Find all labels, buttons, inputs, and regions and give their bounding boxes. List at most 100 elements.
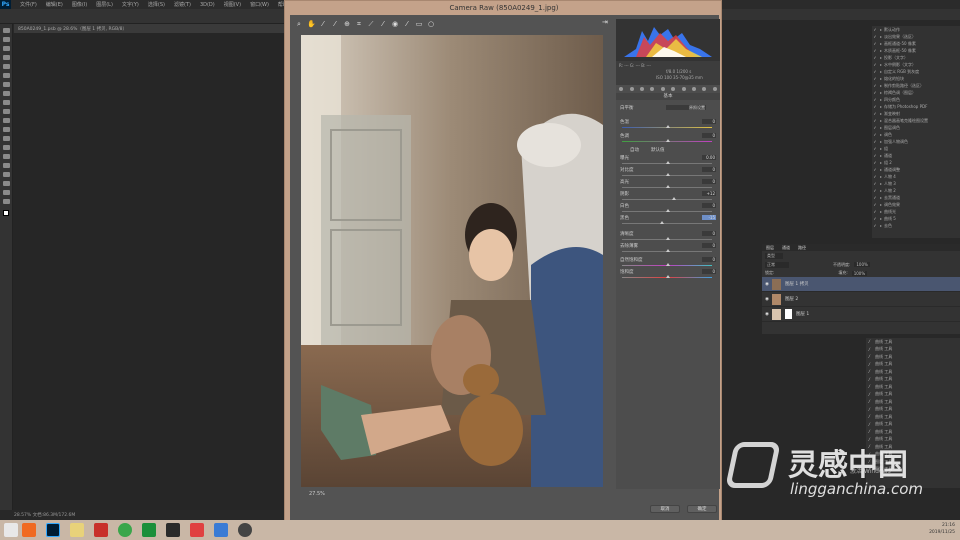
menu-item[interactable]: 编辑(E) [46, 1, 63, 8]
disclosure-triangle-icon[interactable]: ▸ [880, 111, 882, 116]
checkbox-icon[interactable]: ✓ [872, 195, 878, 200]
disclosure-triangle-icon[interactable]: ▸ [880, 195, 882, 200]
action-row[interactable]: ✓ ▸ 通道 [872, 152, 960, 159]
control-value[interactable]: 0 [702, 203, 716, 208]
brush-tool-icon[interactable] [3, 91, 10, 96]
auto-button[interactable]: 自动 [630, 147, 639, 153]
action-row[interactable]: ✓ ▸ 棕褐色调（图层） [872, 89, 960, 96]
action-row[interactable]: ✓ ▸ 组 2 [872, 159, 960, 166]
menu-item[interactable]: 图像(I) [72, 1, 87, 8]
vibrance-slider[interactable]: 自然饱和度 0 [620, 257, 716, 269]
action-row[interactable]: ✓ ▸ 混合器画笔克隆绘图设置 [872, 117, 960, 124]
ok-button[interactable]: 确定 [687, 505, 717, 513]
start-button[interactable] [4, 523, 18, 537]
hand-tool-icon[interactable] [3, 190, 10, 195]
hand-icon[interactable]: ✋ [307, 20, 316, 28]
exposure-slider[interactable]: 曝光 0.00 [620, 155, 716, 167]
checkbox-icon[interactable]: ✓ [872, 132, 878, 137]
zoom-icon[interactable]: ⌕ [295, 20, 303, 28]
presets-tab-icon[interactable] [702, 87, 707, 91]
history-row[interactable]: ⁄ 曲线 工具 [866, 413, 960, 421]
control-value[interactable]: 0 [702, 133, 716, 138]
control-value[interactable]: -15 [702, 215, 716, 220]
action-row[interactable]: ✓ ▸ 调色 [872, 131, 960, 138]
control-value[interactable]: 0 [702, 257, 716, 262]
action-row[interactable]: ✓ ▸ 淡出效果（选区） [872, 33, 960, 40]
action-row[interactable]: ✓ ▸ 制作剪贴路径（选区） [872, 82, 960, 89]
history-row[interactable]: ⁄ 曲线 工具 [866, 391, 960, 399]
action-row[interactable]: ✓ ▸ 人物 2 [872, 187, 960, 194]
type-tool-icon[interactable] [3, 163, 10, 168]
photoshop-taskbar-icon[interactable] [46, 523, 60, 537]
default-button[interactable]: 默认值 [651, 147, 665, 153]
visibility-eye-icon[interactable]: ◉ [765, 297, 769, 302]
basic-tab-icon[interactable] [619, 87, 624, 91]
shadows-slider[interactable]: 阴影 +12 [620, 191, 716, 203]
disclosure-triangle-icon[interactable]: ▸ [880, 90, 882, 95]
straighten-icon[interactable]: ⟋ [367, 20, 375, 28]
saturation-slider[interactable]: 饱和度 0 [620, 269, 716, 281]
checkbox-icon[interactable]: ✓ [872, 69, 878, 74]
control-value[interactable]: 0 [702, 269, 716, 274]
menu-item[interactable]: 3D(D) [200, 2, 215, 8]
layer-row[interactable]: ◉ 图层 2 [762, 292, 960, 307]
checkbox-icon[interactable]: ✓ [872, 90, 878, 95]
tone-curve-tab-icon[interactable] [629, 87, 634, 91]
dehaze-slider[interactable]: 去除薄雾 0 [620, 243, 716, 255]
action-row[interactable]: ✓ ▸ 曲线 5 [872, 215, 960, 222]
disclosure-triangle-icon[interactable]: ▸ [880, 34, 882, 39]
layer-row[interactable]: ◉ 图层 1 [762, 307, 960, 322]
highlights-slider[interactable]: 高光 0 [620, 179, 716, 191]
history-row[interactable]: ⁄ 曲线 工具 [866, 353, 960, 361]
action-row[interactable]: ✓ ▸ 自定义 RGB 到灰度 [872, 68, 960, 75]
disclosure-triangle-icon[interactable]: ▸ [880, 104, 882, 109]
action-row[interactable]: ✓ ▸ 去黑通道 [872, 194, 960, 201]
split-toning-tab-icon[interactable] [660, 87, 665, 91]
disclosure-triangle-icon[interactable]: ▸ [880, 188, 882, 193]
path-select-tool-icon[interactable] [3, 172, 10, 177]
action-row[interactable]: ✓ ▸ 人物 4 [872, 173, 960, 180]
action-row[interactable]: ✓ ▸ 水中倒影（文字） [872, 61, 960, 68]
checkbox-icon[interactable]: ✓ [872, 41, 878, 46]
system-clock[interactable]: 21:16 2019/11/25 [915, 522, 955, 536]
disclosure-triangle-icon[interactable]: ▸ [880, 62, 882, 67]
checkbox-icon[interactable]: ✓ [872, 48, 878, 53]
app-icon[interactable] [118, 523, 132, 537]
control-value[interactable]: 0 [702, 231, 716, 236]
history-row[interactable]: ⁄ 曲线 工具 [866, 346, 960, 354]
control-value[interactable]: 0.00 [702, 155, 716, 160]
action-row[interactable]: ✓ ▸ 去色 [872, 222, 960, 229]
app-icon[interactable] [22, 523, 36, 537]
radial-filter-icon[interactable]: ○ [427, 20, 435, 28]
action-row[interactable]: ✓ ▸ 木质画框-50 像素 [872, 47, 960, 54]
menu-item[interactable]: 选择(S) [148, 1, 165, 8]
eraser-tool-icon[interactable] [3, 118, 10, 123]
checkbox-icon[interactable]: ✓ [872, 216, 878, 221]
open-preferences-icon[interactable]: ⇥ [602, 18, 608, 26]
checkbox-icon[interactable]: ✓ [872, 34, 878, 39]
quick-select-tool-icon[interactable] [3, 55, 10, 60]
disclosure-triangle-icon[interactable]: ▸ [880, 118, 882, 123]
history-row[interactable]: ⁄ 曲线 工具 [866, 398, 960, 406]
dodge-tool-icon[interactable] [3, 145, 10, 150]
disclosure-triangle-icon[interactable]: ▸ [880, 202, 882, 207]
action-row[interactable]: ✓ ▸ 投影（文字） [872, 54, 960, 61]
history-row[interactable]: ⁄ 曲线 工具 [866, 376, 960, 384]
pen-tool-icon[interactable] [3, 154, 10, 159]
white-balance-icon[interactable]: ⁄ [319, 20, 327, 28]
history-row[interactable]: ⁄ 曲线 工具 [866, 383, 960, 391]
target-adjust-icon[interactable]: ⊕ [343, 20, 351, 28]
checkbox-icon[interactable]: ✓ [872, 76, 878, 81]
qq-icon[interactable] [190, 523, 204, 537]
disclosure-triangle-icon[interactable]: ▸ [880, 209, 882, 214]
cancel-button[interactable]: 取消 [650, 505, 680, 513]
history-row[interactable]: ⁄ 曲线 工具 [866, 428, 960, 436]
disclosure-triangle-icon[interactable]: ▸ [880, 181, 882, 186]
detail-tab-icon[interactable] [639, 87, 644, 91]
checkbox-icon[interactable]: ✓ [872, 27, 878, 32]
color-sampler-icon[interactable]: ⁄ [331, 20, 339, 28]
history-brush-tool-icon[interactable] [3, 109, 10, 114]
action-row[interactable]: ✓ ▸ 四分颜色 [872, 96, 960, 103]
red-eye-icon[interactable]: ◉ [391, 20, 399, 28]
checkbox-icon[interactable]: ✓ [872, 118, 878, 123]
